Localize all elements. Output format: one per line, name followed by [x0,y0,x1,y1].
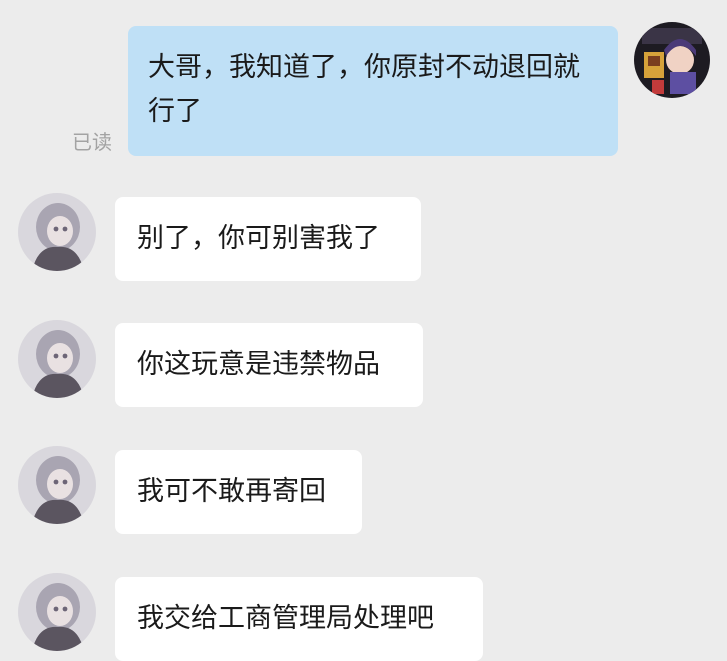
received-message-text: 我交给工商管理局处理吧 [137,603,434,634]
received-message-bubble[interactable]: 我可不敢再寄回 [115,450,362,534]
user-avatar-icon[interactable] [634,22,710,98]
received-message-bubble[interactable]: 我交给工商管理局处理吧 [115,577,483,661]
read-status-label: 已读 [72,130,112,154]
received-message-bubble[interactable]: 你这玩意是违禁物品 [115,323,423,407]
received-message-text: 我可不敢再寄回 [137,476,326,507]
contact-avatar-icon[interactable] [18,320,96,398]
contact-avatar-icon[interactable] [18,446,96,524]
contact-avatar-icon[interactable] [18,573,96,651]
sent-message-bubble[interactable]: 大哥，我知道了，你原封不动退回就行了 [128,26,618,156]
received-message-bubble[interactable]: 别了，你可别害我了 [115,197,421,281]
received-message-text: 你这玩意是违禁物品 [137,349,380,380]
contact-avatar-icon[interactable] [18,193,96,271]
sent-message-text: 大哥，我知道了，你原封不动退回就行了 [148,52,580,127]
chat-view: 已读 大哥，我知道了，你原封不动退回就行了 别了，你可别害我了 你这玩意是违禁物… [0,0,727,661]
received-message-text: 别了，你可别害我了 [137,223,380,254]
